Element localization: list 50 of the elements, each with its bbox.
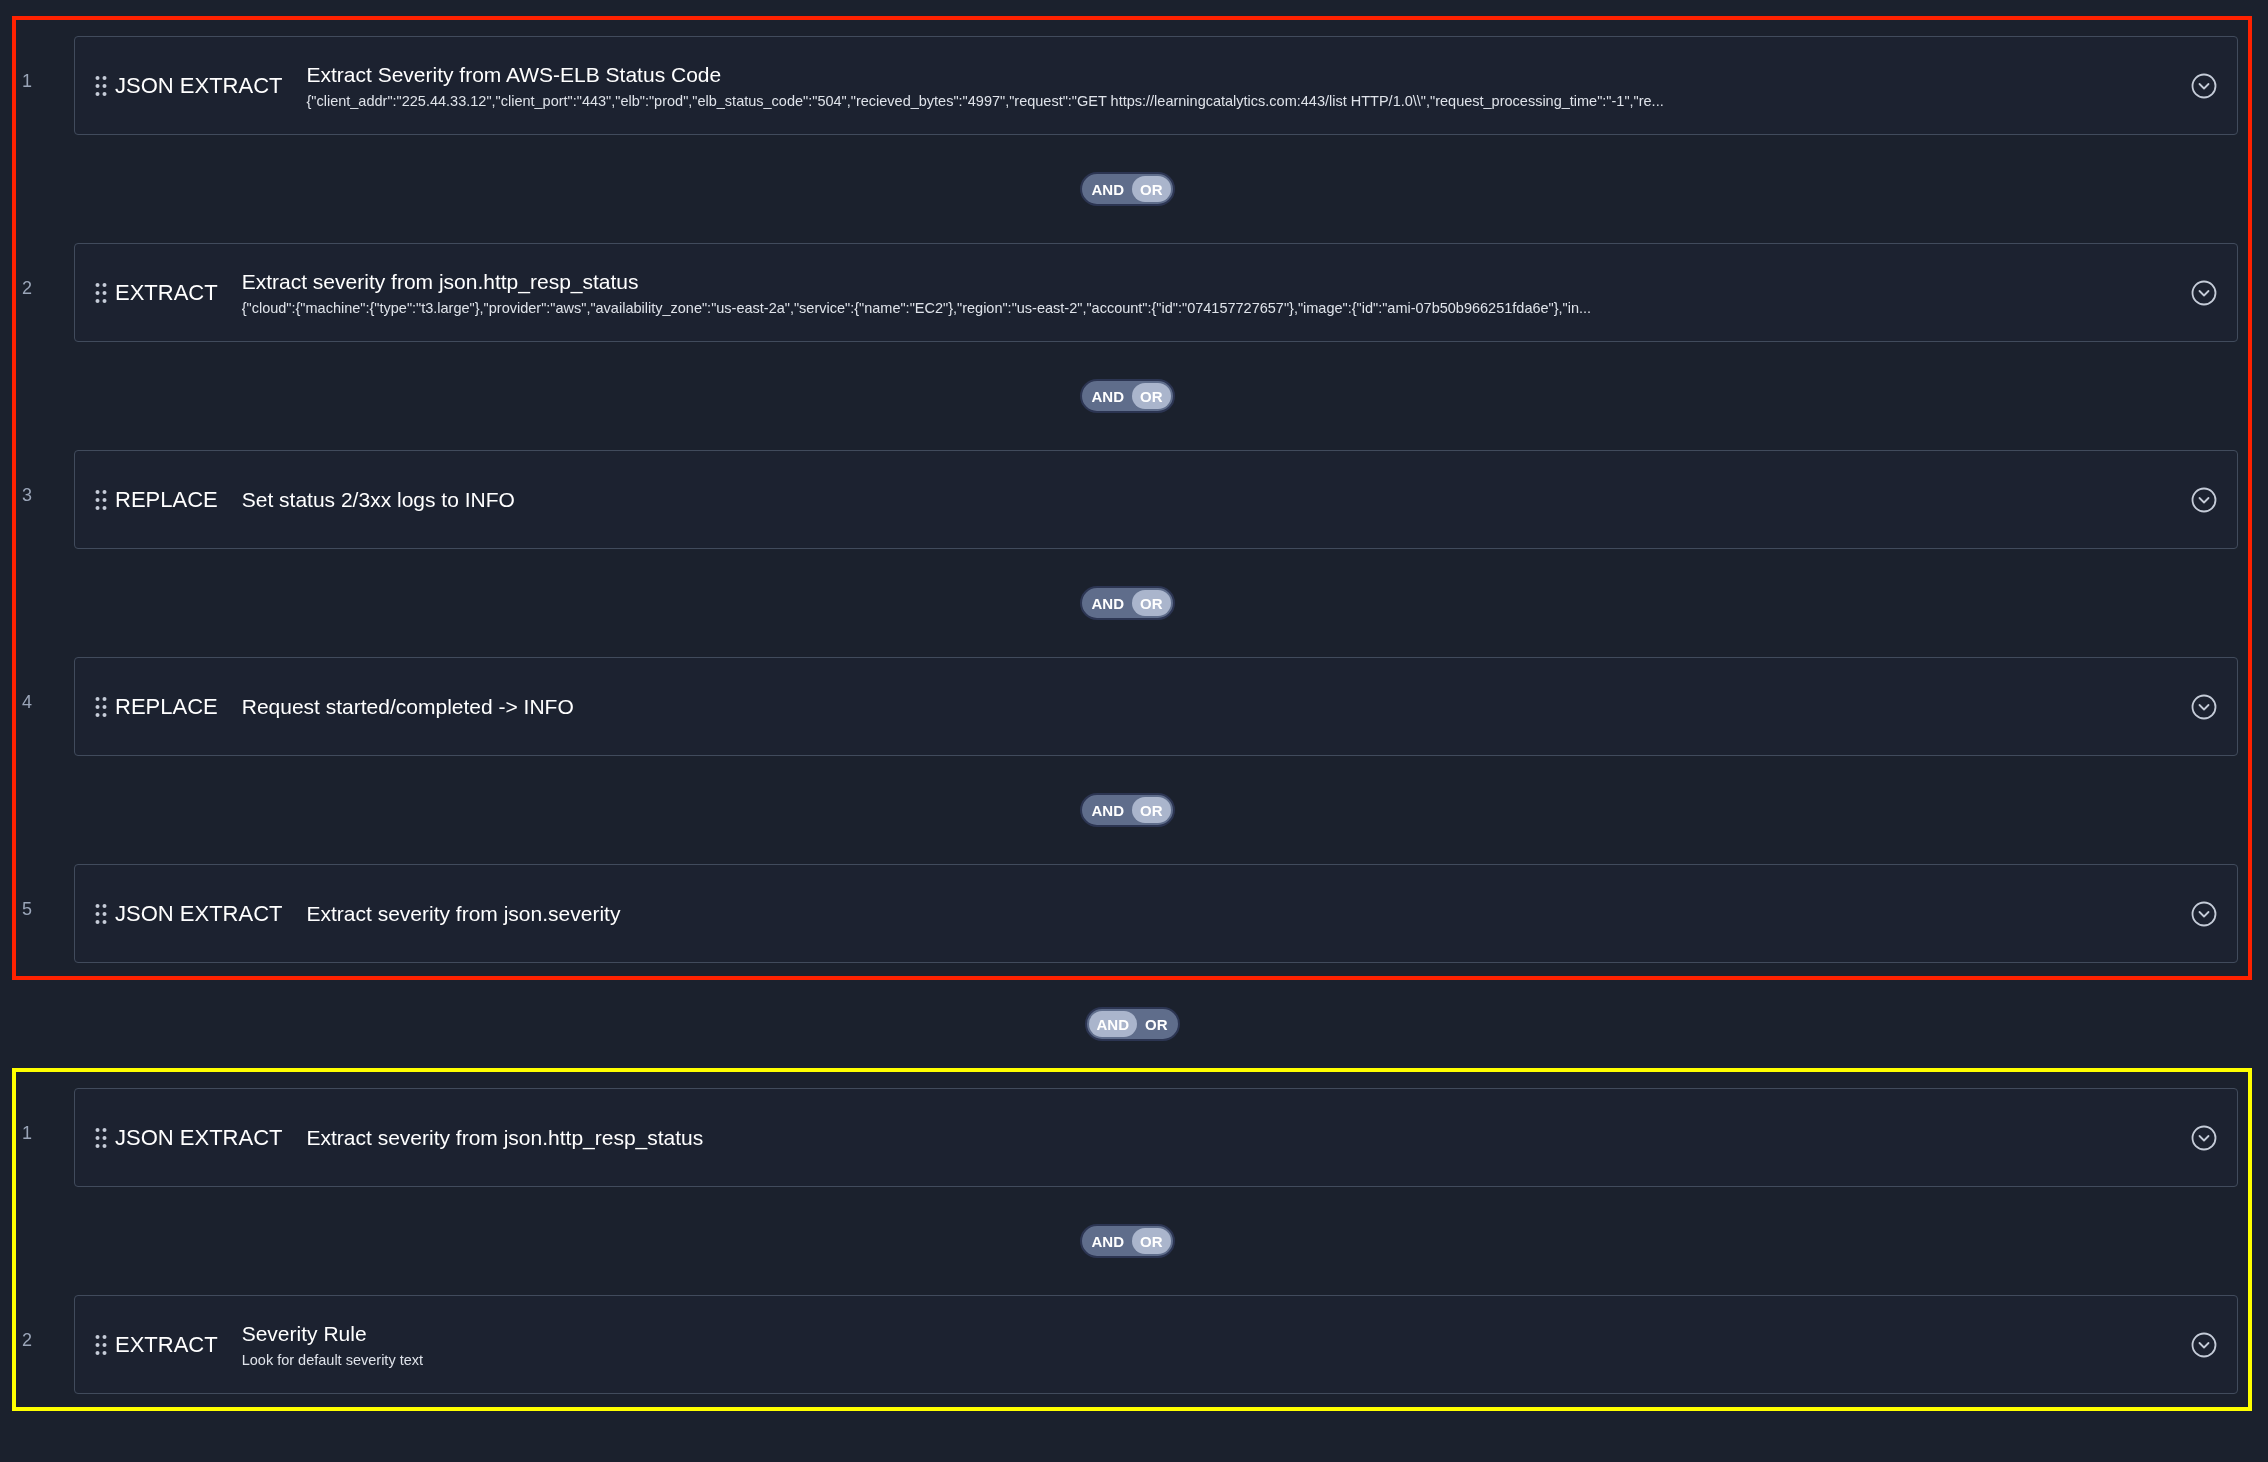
- rule-title: Set status 2/3xx logs to INFO: [241, 487, 516, 512]
- rule-type: REPLACE: [115, 486, 218, 513]
- rule-type: JSON EXTRACT: [115, 1124, 283, 1151]
- drag-handle-icon[interactable]: [95, 488, 107, 511]
- and-or-toggle[interactable]: AND OR: [1079, 586, 1175, 620]
- rule-title: Extract severity from json.http_resp_status: [306, 1125, 705, 1150]
- rule-number: 2: [21, 278, 33, 299]
- drag-handle-icon[interactable]: [95, 695, 107, 718]
- rule-title: Extract severity from json.severity: [306, 901, 622, 926]
- rule-description: {"cloud":{"machine":{"type":"t3.large"},"provider":"aws","availability_zone":"us-east-2a","service":{"name":"EC2"},"region":"us-east-2","account":{"id":"074157727657"},"image":{"id":"ami-07b50b966251fda6e"},"in...: [241, 299, 1593, 316]
- drag-handle-icon[interactable]: [95, 1333, 107, 1356]
- option[interactable]: AND: [1083, 590, 1132, 616]
- expand-chevron-icon[interactable]: [2191, 693, 2217, 720]
- rule-title: Extract severity from json.http_resp_status: [241, 269, 640, 294]
- expand-chevron-icon[interactable]: [2191, 486, 2217, 513]
- rule-description: Look for default severity text: [241, 1351, 425, 1368]
- rule-number: 3: [21, 485, 33, 506]
- drag-handle-icon[interactable]: [95, 281, 107, 304]
- and-or-toggle[interactable]: AND OR: [1079, 793, 1175, 827]
- rule-type: EXTRACT: [115, 279, 218, 306]
- drag-handle-icon[interactable]: [95, 1126, 107, 1149]
- rule-number: 5: [21, 899, 33, 920]
- option[interactable]: AND: [1083, 176, 1132, 202]
- option[interactable]: AND: [1083, 1228, 1132, 1254]
- rule-description: {"client_addr":"225.44.33.12","client_port":"443","elb":"prod","elb_status_code":"504","recieved_bytes":"4997","request":"GET https://learningcatalytics.com:443/list HTTP/1.0\\","request_processing_time":"-1","re...: [306, 92, 1665, 109]
- rule-type: JSON EXTRACT: [115, 900, 283, 927]
- rule-type: REPLACE: [115, 693, 218, 720]
- and-or-toggle[interactable]: AND OR: [1079, 172, 1175, 206]
- option[interactable]: AND: [1083, 383, 1132, 409]
- and-or-toggle[interactable]: AND OR: [1079, 1224, 1175, 1258]
- expand-chevron-icon[interactable]: [2191, 72, 2217, 99]
- rule-title: Request started/completed -> INFO: [241, 694, 575, 719]
- rule-title: Severity Rule: [241, 1321, 368, 1346]
- rule-type: JSON EXTRACT: [115, 72, 283, 99]
- expand-chevron-icon[interactable]: [2191, 1124, 2217, 1151]
- expand-chevron-icon[interactable]: [2191, 279, 2217, 306]
- rule-number: 2: [21, 1330, 33, 1351]
- expand-chevron-icon[interactable]: [2191, 1331, 2217, 1358]
- and-or-toggle[interactable]: AND OR: [1084, 1007, 1180, 1041]
- rule-type: EXTRACT: [115, 1331, 218, 1358]
- rule-number: 1: [21, 71, 33, 92]
- and-or-toggle[interactable]: AND OR: [1079, 379, 1175, 413]
- drag-handle-icon[interactable]: [95, 74, 107, 97]
- expand-chevron-icon[interactable]: [2191, 900, 2217, 927]
- option[interactable]: OR: [1137, 1011, 1176, 1037]
- rule-number: 1: [21, 1123, 33, 1144]
- drag-handle-icon[interactable]: [95, 902, 107, 925]
- rule-number: 4: [21, 692, 33, 713]
- rule-title: Extract Severity from AWS-ELB Status Code: [306, 62, 723, 87]
- option[interactable]: AND: [1083, 797, 1132, 823]
